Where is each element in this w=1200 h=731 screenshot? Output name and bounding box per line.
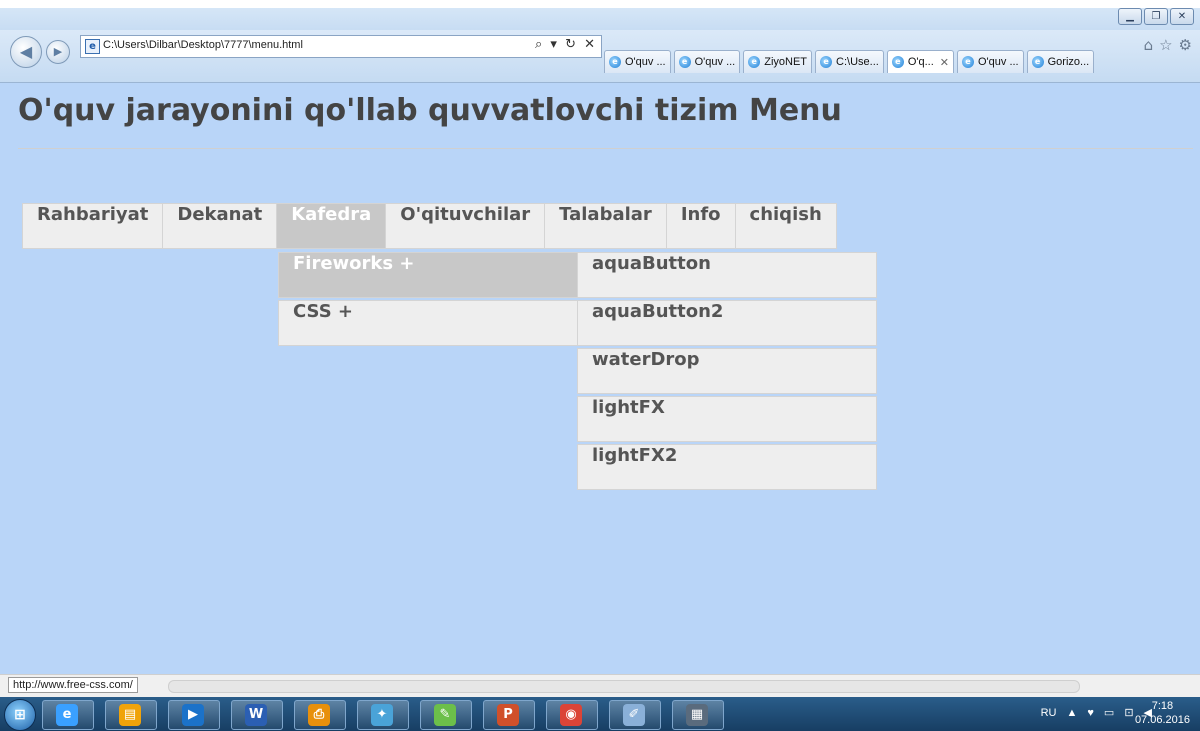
browser-tab[interactable]: e O'quv ... [673, 50, 741, 73]
taskbar-app-button[interactable]: W [231, 700, 283, 730]
star-icon[interactable]: ☆ [1159, 36, 1172, 54]
language-indicator[interactable]: RU [1041, 707, 1057, 719]
browser-tab[interactable]: e ZiyoNET [743, 50, 813, 73]
menu-item-oqituvchilar[interactable]: O'qituvchilar [385, 203, 545, 249]
tray-expand-icon[interactable]: ▲ [1066, 707, 1077, 719]
file-explorer-icon: ▤ [119, 704, 141, 726]
clock-time: 7:18 [1151, 700, 1174, 712]
browser-tab-label: O'quv ... [625, 56, 666, 68]
ie-page-icon: e [891, 56, 904, 68]
browser-tab-label: C:\Use... [836, 56, 879, 68]
app-icon: ✦ [371, 704, 393, 726]
clock[interactable]: 7:18 07.06.2016 [1135, 699, 1190, 727]
ie-page-icon: e [678, 56, 691, 68]
browser-tab[interactable]: e Gorizo... [1026, 50, 1095, 73]
close-window-button[interactable]: ✕ [1170, 8, 1194, 25]
maximize-button[interactable]: ❐ [1144, 8, 1168, 25]
status-url: http://www.free-css.com/ [8, 677, 138, 693]
address-tools[interactable]: ⌕ ▾ ↻ ✕ [535, 37, 597, 52]
gear-icon[interactable]: ⚙ [1179, 36, 1192, 54]
security-icon[interactable]: ♥ [1087, 707, 1094, 719]
powerpoint-icon: P [497, 704, 519, 726]
menu-item-info[interactable]: Info [665, 203, 735, 249]
browser-tab[interactable]: e O'quv ... [604, 50, 671, 73]
taskbar-app-button[interactable]: ▶ [168, 700, 220, 730]
submenu-item-css[interactable]: CSS + [278, 300, 578, 346]
forward-button[interactable]: ▶ [46, 40, 70, 64]
subsubmenu-item-aquabutton[interactable]: aquaButton [577, 252, 877, 298]
navigation-bar: ◀ ▶ e C:\Users\Dilbar\Desktop\7777\menu.… [0, 30, 1200, 83]
main-menu: Rahbariyat Dekanat Kafedra O'qituvchilar… [22, 203, 837, 249]
status-bar: http://www.free-css.com/ [0, 674, 1200, 697]
back-arrow-icon: ◀ [19, 42, 33, 61]
ie-page-icon: e [820, 56, 833, 68]
title-divider [18, 148, 1193, 149]
taskbar-app-button[interactable]: ✐ [609, 700, 661, 730]
home-icon[interactable]: ⌂ [1144, 36, 1154, 54]
internet-explorer-icon: e [56, 704, 78, 726]
subsubmenu-item-aquabutton2[interactable]: aquaButton2 [577, 300, 877, 346]
display-icon[interactable]: ▭ [1104, 706, 1114, 719]
notes-icon: ✎ [434, 704, 456, 726]
ie-page-icon: e [609, 56, 621, 68]
page-icon: e [85, 39, 100, 54]
minimize-button[interactable]: ▁ [1118, 8, 1142, 25]
ie-page-icon: e [1031, 56, 1044, 68]
forward-arrow-icon: ▶ [53, 45, 63, 58]
tab-strip: e O'quv ... e O'quv ... e ZiyoNET e C:\Use... e O… [604, 50, 1095, 74]
browser-tab-label: ZiyoNET [764, 56, 808, 68]
taskbar-app-button[interactable]: e [42, 700, 94, 730]
submenu-item-fireworks[interactable]: Fireworks + [278, 252, 578, 298]
browser-tab[interactable]: e C:\Use... [815, 50, 884, 73]
menu-item-dekanat[interactable]: Dekanat [162, 203, 277, 249]
taskbar-app-button[interactable]: ✦ [357, 700, 409, 730]
calculator-icon: ▦ [686, 704, 708, 726]
menu-item-talabalar[interactable]: Talabalar [544, 203, 666, 249]
page-title: O'quv jarayonini qo'llab quvvatlovchi ti… [18, 93, 842, 128]
browser-tab[interactable]: e O'q... ✕ [886, 50, 954, 73]
start-button[interactable]: ⊞ [4, 699, 36, 731]
pdf-icon: ⎙ [308, 704, 330, 726]
browser-tab-label: O'quv ... [978, 56, 1019, 68]
menu-item-kafedra[interactable]: Kafedra [276, 203, 386, 249]
subsubmenu-item-lightfx2[interactable]: lightFX2 [577, 444, 877, 490]
window-controls: ▁ ❐ ✕ [1118, 8, 1194, 25]
taskbar-app-button[interactable]: ▦ [672, 700, 724, 730]
taskbar-app-button[interactable]: ◉ [546, 700, 598, 730]
chrome-icon: ◉ [560, 704, 582, 726]
menu-item-chiqish[interactable]: chiqish [734, 203, 837, 249]
taskbar-app-button[interactable]: P [483, 700, 535, 730]
paint-icon: ✐ [623, 704, 645, 726]
taskbar: ⊞ e ▤ ▶ W ⎙ ✦ ✎ P ◉ ✐ ▦ RU ▲ ♥ ▭ ⊡ ◀ 7:18 07.06.20… [0, 697, 1200, 731]
browser-toolbar-right: ⌂ ☆ ⚙ [1144, 36, 1192, 54]
media-player-icon: ▶ [182, 704, 204, 726]
browser-chrome: ▁ ❐ ✕ ◀ ▶ e C:\Users\Dilbar\Desktop\7777… [0, 0, 1200, 84]
taskbar-app-button[interactable]: ✎ [420, 700, 472, 730]
taskbar-app-button[interactable]: ⎙ [294, 700, 346, 730]
browser-tab-label: O'q... [907, 56, 934, 68]
windows-logo-icon: ⊞ [14, 707, 26, 723]
subsubmenu-item-waterdrop[interactable]: waterDrop [577, 348, 877, 394]
address-bar[interactable]: e C:\Users\Dilbar\Desktop\7777\menu.html… [80, 35, 602, 58]
taskbar-app-button[interactable]: ▤ [105, 700, 157, 730]
word-icon: W [245, 704, 267, 726]
address-url[interactable]: C:\Users\Dilbar\Desktop\7777\menu.html [103, 39, 303, 51]
ie-page-icon: e [748, 56, 761, 68]
menu-item-rahbariyat[interactable]: Rahbariyat [22, 203, 163, 249]
browser-tab[interactable]: e O'quv ... [957, 50, 1024, 73]
horizontal-scrollbar[interactable] [168, 680, 1080, 693]
browser-tab-label: Gorizo... [1047, 56, 1090, 68]
subsubmenu-item-lightfx[interactable]: lightFX [577, 396, 877, 442]
network-icon[interactable]: ⊡ [1124, 706, 1133, 719]
ie-page-icon: e [962, 56, 974, 68]
clock-date: 07.06.2016 [1134, 714, 1190, 726]
top-strip [0, 0, 1200, 8]
browser-tab-label: O'quv ... [694, 56, 736, 68]
back-button[interactable]: ◀ [10, 36, 42, 68]
tab-close-icon[interactable]: ✕ [940, 56, 949, 69]
